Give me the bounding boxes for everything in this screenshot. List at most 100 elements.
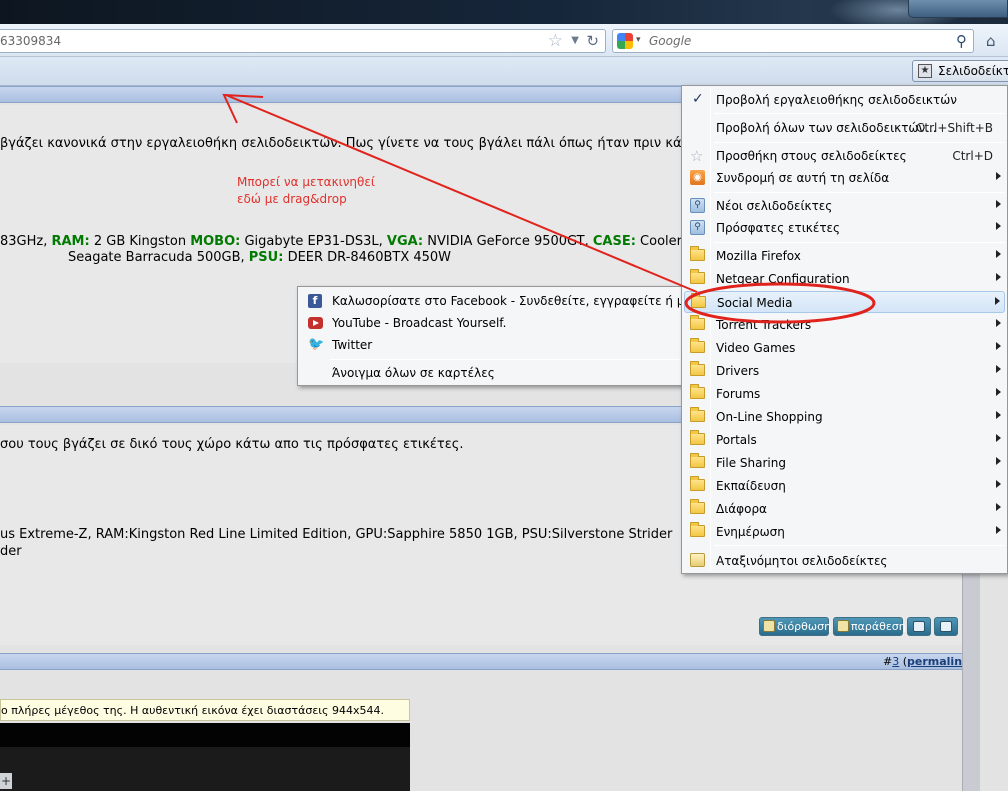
star-icon: ☆ [690,147,704,165]
menu-folder-video-games[interactable]: Video Games [684,337,1005,359]
menu-item-show-bookmarks-toolbar[interactable]: ✓ Προβολή εργαλειοθήκης σελιδοδεικτών [684,89,1005,111]
bookmarks-star-icon: ★ [918,64,932,78]
menu-item-show-all-bookmarks[interactable]: Προβολή όλων των σελιδοδεικτών... Ctrl+S… [684,117,1005,139]
submenu-item-label: Twitter [332,338,373,352]
folder-icon [690,246,705,261]
submenu-arrow-icon [996,222,1001,230]
bookmark-star-icon[interactable]: ☆ [548,31,563,51]
social-media-submenu: f Καλωσορίσατε στο Facebook - Συνδεθείτε… [297,286,696,386]
folder-icon [690,522,705,537]
bookmarks-button-label: Σελιδοδείκτες [938,64,1008,78]
menu-item-label: Video Games [716,341,796,355]
menu-item-label: Drivers [716,364,760,378]
menu-item-label: Αταξινόμητοι σελιδοδείκτες [716,554,888,568]
submenu-item-label: Άνοιγμα όλων σε καρτέλες [332,366,495,380]
spec-key: CASE: [592,234,636,249]
menu-item-shortcut: Ctrl+Shift+B [916,121,993,135]
post-text: βγάζει κανονικά στην εργαλειοθήκη σελιδο… [0,136,682,151]
unsorted-bookmarks-icon [690,553,705,567]
url-text: 63309834 [0,34,62,48]
spec-key: PSU: [248,250,284,265]
menu-item-label: Εκπαίδευση [716,479,786,493]
bookmarks-toolbar: ★ Σελιδοδείκτες [0,57,1008,86]
edit-button[interactable]: διόρθωση [759,617,831,636]
folder-icon [690,407,705,422]
menu-folder-social-media[interactable]: Social Media [684,291,1005,313]
twitter-bird-icon: 🐦 [308,337,325,352]
post-text: σου τους βγάζει σε δικό τους χώρο κάτω α… [0,437,464,452]
navigation-toolbar: 63309834 ☆ ▼ ↻ ▾ Google ⚲ ⌂ [0,24,1008,57]
menu-item-label: Ενημέρωση [716,525,785,539]
google-engine-icon[interactable] [617,33,633,49]
submenu-arrow-icon [996,365,1001,373]
youtube-icon [308,317,323,329]
speech-bubble-icon [913,621,925,632]
report-button[interactable] [934,617,958,636]
edit-icon [763,620,775,632]
submenu-arrow-icon [996,411,1001,419]
menu-folder-forums[interactable]: Forums [684,383,1005,405]
submenu-item-label: Καλωσορίσατε στο Facebook - Συνδεθείτε, … [332,294,696,308]
post-number-link[interactable]: 3 [892,655,899,668]
menu-folder-online-shopping[interactable]: On-Line Shopping [684,406,1005,428]
menu-separator [714,142,1005,143]
url-dropdown-icon[interactable]: ▼ [571,33,579,49]
spec-value: Cooler [635,234,682,249]
menu-item-label: Συνδρομή σε αυτή τη σελίδα [716,171,890,185]
engine-dropdown-icon[interactable]: ▾ [636,35,641,45]
folder-icon [690,476,705,491]
permalink-link[interactable]: permalink [907,655,969,668]
folder-icon [690,269,705,284]
menu-item-recent-bookmarks[interactable]: ⚲ Νέοι σελιδοδείκτες [684,195,1005,217]
search-magnifier-icon[interactable]: ⚲ [956,32,967,50]
folder-icon [690,430,705,445]
submenu-arrow-icon [996,434,1001,442]
submenu-item-youtube[interactable]: YouTube - Broadcast Yourself. [300,312,684,334]
menu-item-recent-tags[interactable]: ⚲ Πρόσφατες ετικέτες [684,217,1005,239]
multi-quote-button[interactable] [907,617,931,636]
menu-folder-mozilla-firefox[interactable]: Mozilla Firefox [684,245,1005,267]
bookmarks-menu-button[interactable]: ★ Σελιδοδείκτες [912,60,1008,82]
spec-key: VGA: [386,234,424,249]
menu-item-shortcut: Ctrl+D [952,149,993,163]
menu-folder-torrent-trackers[interactable]: Torrent Trackers [684,314,1005,336]
window-control-buttons[interactable] [908,0,1008,18]
spec-value: Seagate Barracuda 500GB, [68,250,249,265]
submenu-arrow-icon [996,200,1001,208]
expand-plus-icon[interactable]: + [0,773,12,789]
submenu-item-facebook[interactable]: f Καλωσορίσατε στο Facebook - Συνδεθείτε… [300,290,696,312]
folder-icon [690,338,705,353]
submenu-item-twitter[interactable]: 🐦 Twitter [300,334,684,356]
post-image[interactable]: + [0,723,410,791]
submenu-item-label: YouTube - Broadcast Yourself. [332,316,507,330]
quote-icon [837,620,849,632]
menu-folder-misc[interactable]: Διάφορα [684,498,1005,520]
signature-specs: us Extreme-Z, RAM:Kingston Red Line Limi… [0,527,673,542]
menu-item-bookmark-this-page[interactable]: ☆ Προσθήκη στους σελιδοδείκτες Ctrl+D [684,145,1005,167]
home-icon[interactable]: ⌂ [986,32,1004,50]
search-bar[interactable]: ▾ Google ⚲ [612,29,974,53]
submenu-arrow-icon [996,342,1001,350]
menu-folder-file-sharing[interactable]: File Sharing [684,452,1005,474]
reload-icon[interactable]: ↻ [586,31,599,51]
menu-item-unsorted-bookmarks[interactable]: Αταξινόμητοι σελιδοδείκτες [684,550,1005,572]
menu-item-label: Διάφορα [716,502,767,516]
quote-button[interactable]: παράθεση [833,617,906,636]
menu-folder-education[interactable]: Εκπαίδευση [684,475,1005,497]
address-bar[interactable]: 63309834 ☆ ▼ ↻ [0,29,606,53]
folder-icon [690,315,705,330]
menu-folder-netgear[interactable]: Netgear Configuration [684,268,1005,290]
menu-item-label: Social Media [717,296,793,310]
menu-folder-news[interactable]: Ενημέρωση [684,521,1005,543]
menu-folder-portals[interactable]: Portals [684,429,1005,451]
folder-icon [690,361,705,376]
spec-value: Gigabyte EP31-DS3L, [240,234,387,249]
image-resize-notice[interactable]: ο πλήρες μέγεθος της. Η αυθεντική εικόνα… [0,699,410,721]
menu-folder-drivers[interactable]: Drivers [684,360,1005,382]
menu-item-label: File Sharing [716,456,786,470]
spec-key: MOBO: [190,234,241,249]
submenu-arrow-icon [996,503,1001,511]
submenu-arrow-icon [996,388,1001,396]
menu-item-subscribe[interactable]: ◉ Συνδρομή σε αυτή τη σελίδα [684,167,1005,189]
open-all-in-tabs[interactable]: Άνοιγμα όλων σε καρτέλες [300,362,684,384]
